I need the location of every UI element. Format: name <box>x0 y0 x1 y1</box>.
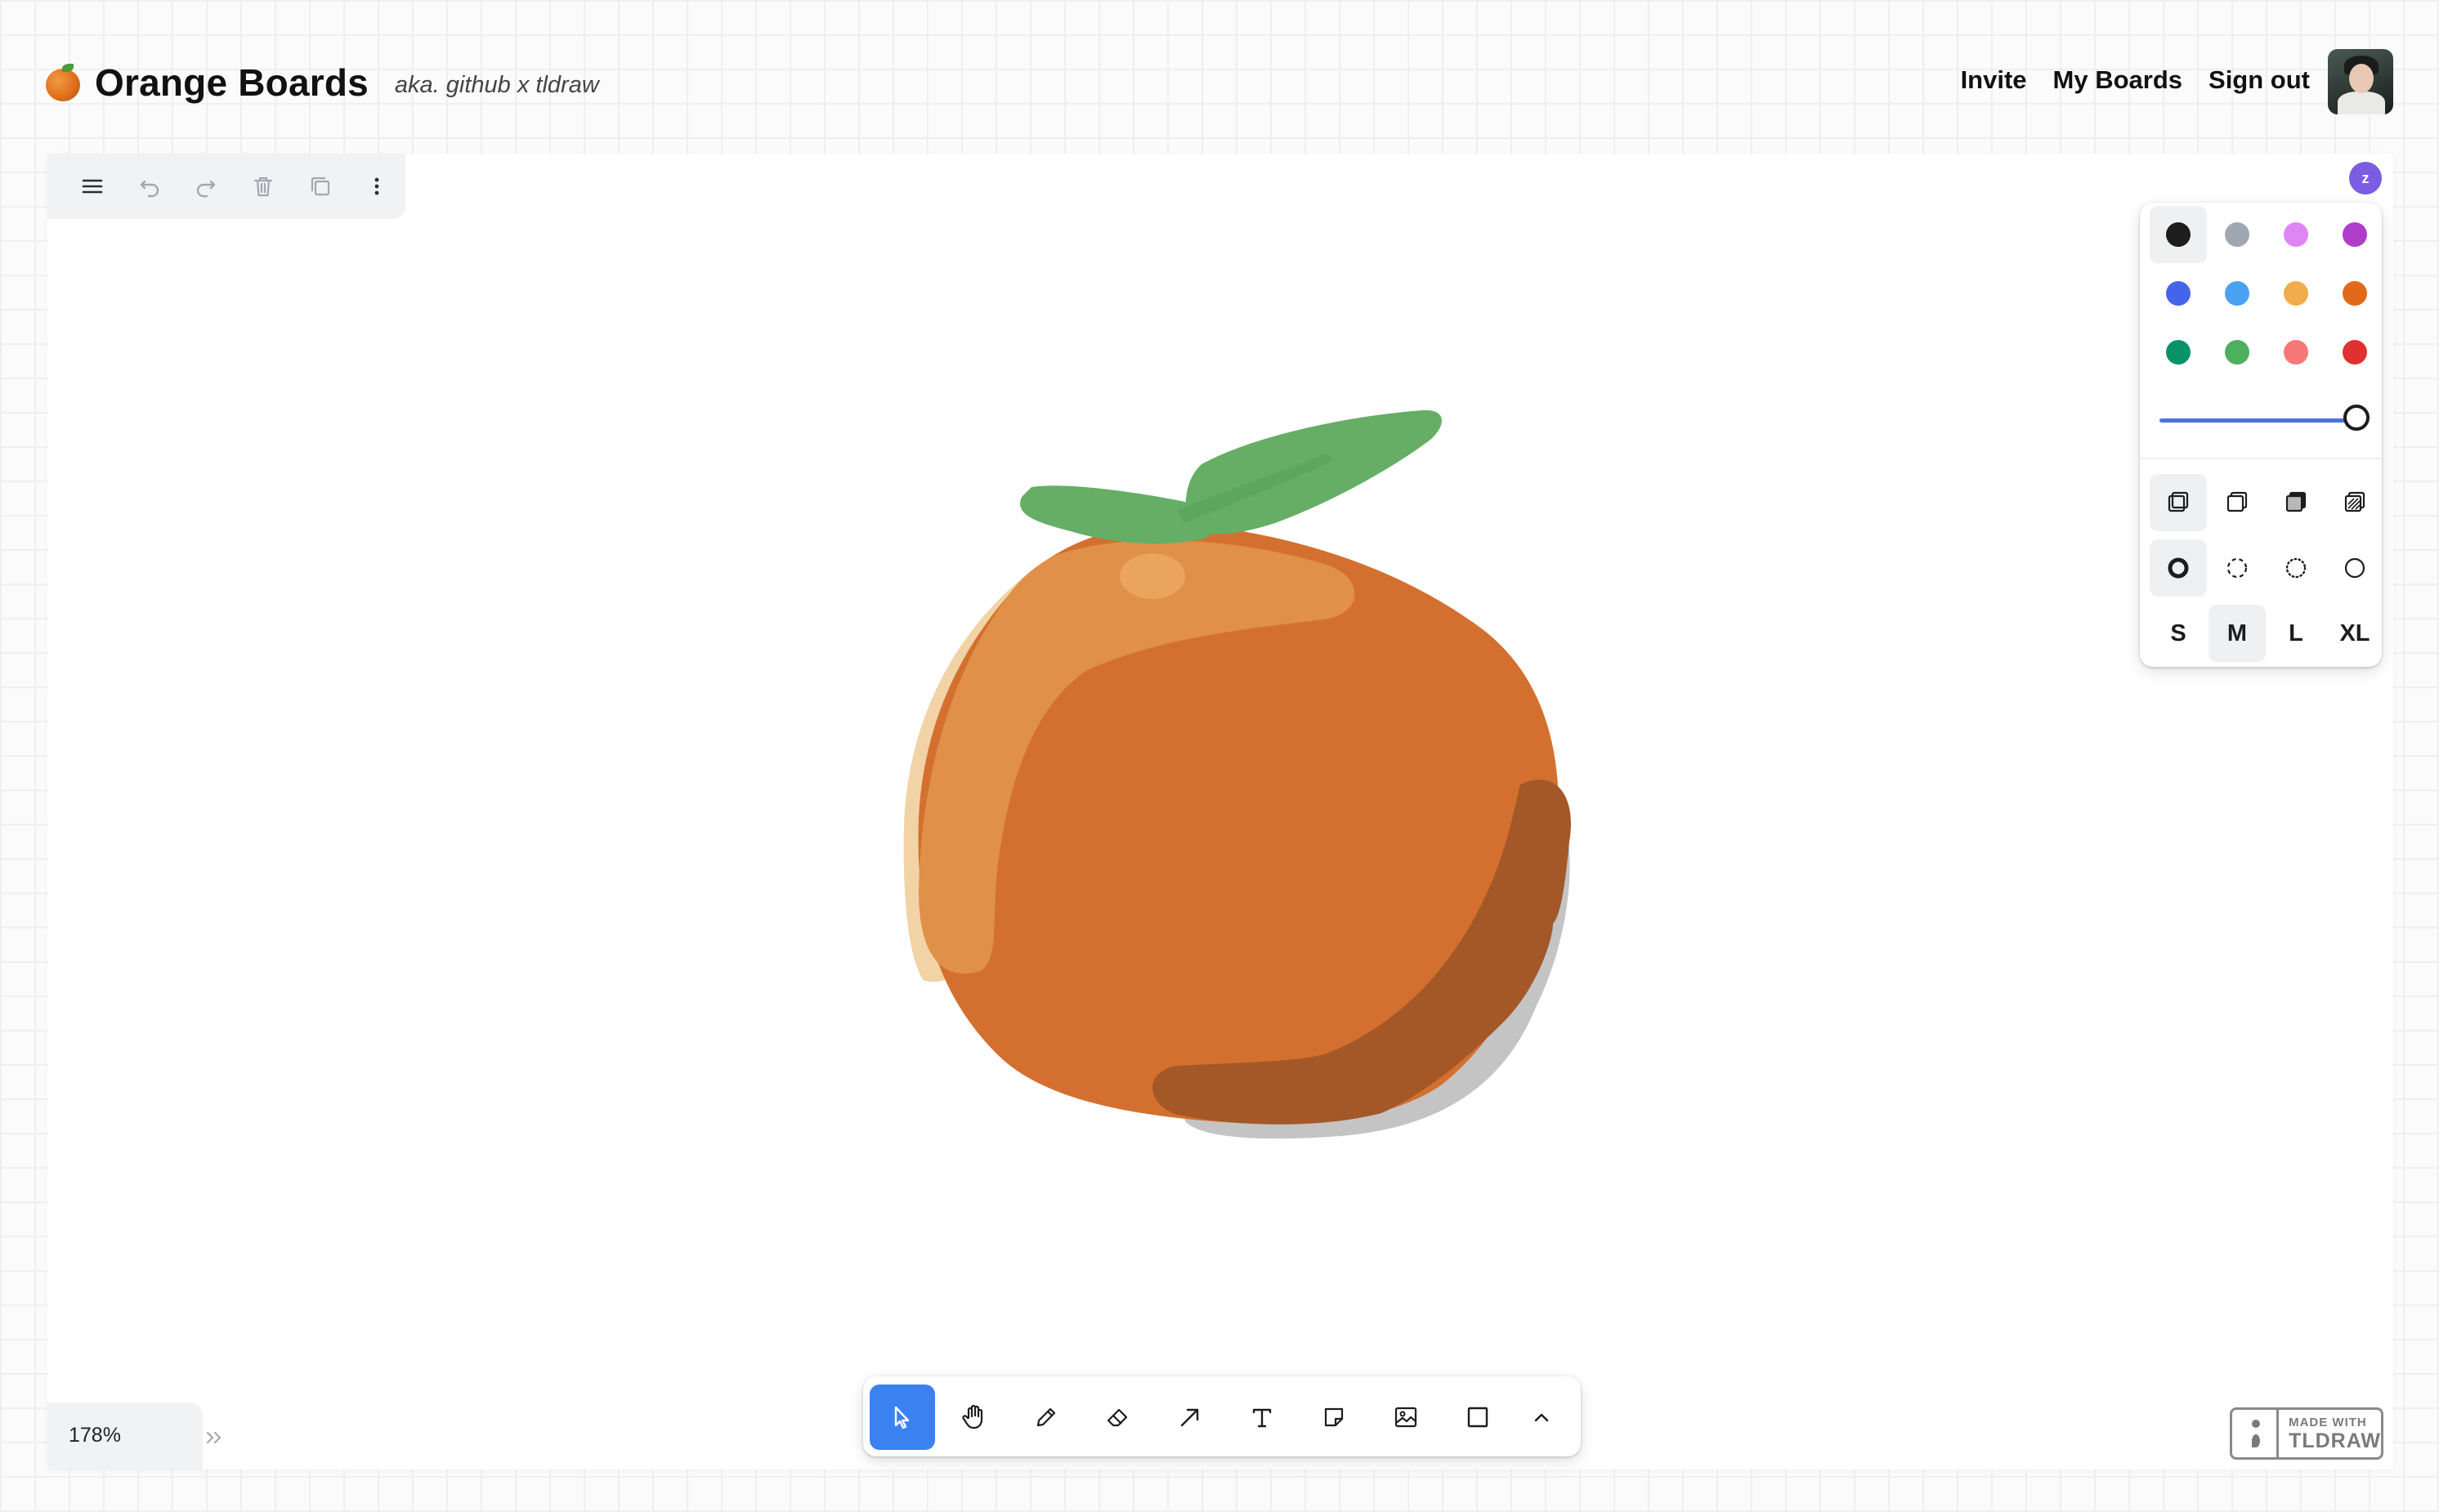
fill-none-button[interactable] <box>2150 474 2207 531</box>
fill-semi-icon <box>2226 491 2248 512</box>
fill-solid-icon <box>2285 491 2307 512</box>
redo-icon <box>196 180 216 198</box>
tool-bar <box>863 1376 1581 1456</box>
dash-dotted-icon <box>2285 557 2307 579</box>
made-with-tldraw-badge[interactable]: MADE WITH TLDRAW <box>2230 1407 2383 1460</box>
color-blue[interactable] <box>2150 265 2207 322</box>
menu-button[interactable] <box>64 157 121 216</box>
select-tool[interactable] <box>870 1385 935 1450</box>
dash-dashed-button[interactable] <box>2209 539 2266 597</box>
size-s-button[interactable]: S <box>2150 605 2207 662</box>
dash-dotted-button[interactable] <box>2267 539 2325 597</box>
fill-none-icon <box>2168 491 2189 512</box>
note-icon <box>1324 1407 1344 1427</box>
invite-link[interactable]: Invite <box>1961 65 2027 95</box>
color-black[interactable] <box>2150 206 2207 263</box>
menu-icon <box>82 179 103 194</box>
redo-button[interactable] <box>177 157 235 216</box>
note-tool[interactable] <box>1301 1385 1367 1450</box>
presence-avatar[interactable]: z <box>2349 162 2382 195</box>
hand-tool[interactable] <box>942 1385 1007 1450</box>
color-orange[interactable] <box>2326 265 2383 322</box>
style-panel: S M L XL <box>2140 203 2382 667</box>
zoom-level[interactable]: 178% <box>69 1424 121 1447</box>
eraser-tool[interactable] <box>1085 1385 1151 1450</box>
color-red[interactable] <box>2326 324 2383 381</box>
my-boards-link[interactable]: My Boards <box>2053 65 2182 95</box>
dash-draw-icon <box>2168 557 2189 579</box>
brand[interactable]: Orange Boards aka. github x tldraw <box>46 60 599 105</box>
dash-solid-icon <box>2344 557 2365 579</box>
main-menu-panel <box>47 154 405 219</box>
dash-dashed-icon <box>2226 557 2248 579</box>
image-tool[interactable] <box>1373 1385 1439 1450</box>
eraser-icon <box>1107 1408 1128 1427</box>
opacity-slider-track[interactable] <box>2159 418 2352 423</box>
delete-button[interactable] <box>235 157 292 216</box>
color-violet[interactable] <box>2326 206 2383 263</box>
sign-out-link[interactable]: Sign out <box>2209 65 2310 95</box>
app-subtitle: aka. github x tldraw <box>394 71 599 98</box>
color-light-blue[interactable] <box>2209 265 2266 322</box>
more-icon <box>374 177 379 195</box>
text-tool[interactable] <box>1229 1385 1295 1450</box>
trash-icon <box>253 177 272 197</box>
size-xl-button[interactable]: XL <box>2326 605 2383 662</box>
drawing-leaf-right <box>1185 409 1442 535</box>
color-light-red[interactable] <box>2267 324 2325 381</box>
draw-tool[interactable] <box>1014 1385 1079 1450</box>
fill-pattern-button[interactable] <box>2326 474 2383 531</box>
duplicate-icon <box>311 177 329 196</box>
size-l-label: L <box>2289 620 2303 646</box>
color-green[interactable] <box>2150 324 2207 381</box>
size-xl-label: XL <box>2339 620 2370 646</box>
undo-icon <box>140 180 159 198</box>
opacity-slider-thumb[interactable] <box>2343 405 2370 431</box>
top-nav: Invite My Boards Sign out <box>1961 65 2310 95</box>
image-icon <box>1394 1407 1417 1428</box>
fill-pattern-icon <box>2344 491 2365 512</box>
more-button[interactable] <box>348 157 405 216</box>
draw-icon <box>1036 1407 1056 1427</box>
hand-icon <box>962 1404 983 1429</box>
undo-button[interactable] <box>121 157 178 216</box>
chevron-up-icon <box>1534 1413 1549 1422</box>
app-header: Orange Boards aka. github x tldraw Invit… <box>0 0 2439 155</box>
rectangle-tool[interactable] <box>1445 1385 1510 1450</box>
color-yellow[interactable] <box>2267 265 2325 322</box>
watermark-line1: MADE WITH <box>2289 1415 2367 1429</box>
orange-drawing[interactable] <box>47 154 2393 1470</box>
color-grey[interactable] <box>2209 206 2266 263</box>
orange-icon <box>46 64 83 101</box>
user-avatar[interactable] <box>2328 49 2393 114</box>
dash-draw-button[interactable] <box>2150 539 2207 597</box>
arrow-icon <box>1180 1408 1199 1427</box>
select-icon <box>894 1406 910 1429</box>
fill-solid-button[interactable] <box>2267 474 2325 531</box>
fill-semi-button[interactable] <box>2209 474 2266 531</box>
size-l-button[interactable]: L <box>2267 605 2325 662</box>
drawing-gloss <box>1120 553 1185 599</box>
dash-solid-button[interactable] <box>2326 539 2383 597</box>
zoom-panel: 178% <box>47 1402 222 1470</box>
chevrons-right-icon[interactable] <box>203 1425 229 1450</box>
panel-divider <box>2140 458 2382 459</box>
size-m-label: M <box>2226 620 2248 646</box>
watermark-line2: TLDRAW <box>2289 1429 2381 1452</box>
more-tools-button[interactable] <box>1509 1385 1574 1450</box>
arrow-tool[interactable] <box>1157 1385 1223 1450</box>
text-icon <box>1252 1408 1272 1428</box>
size-s-label: S <box>2170 620 2186 646</box>
color-light-green[interactable] <box>2209 324 2266 381</box>
size-m-button[interactable]: M <box>2209 605 2266 662</box>
tldraw-logo-icon <box>2232 1410 2280 1457</box>
rectangle-icon <box>1467 1407 1488 1428</box>
app-title: Orange Boards <box>95 61 369 104</box>
color-light-violet[interactable] <box>2267 206 2325 263</box>
duplicate-button[interactable] <box>292 157 349 216</box>
